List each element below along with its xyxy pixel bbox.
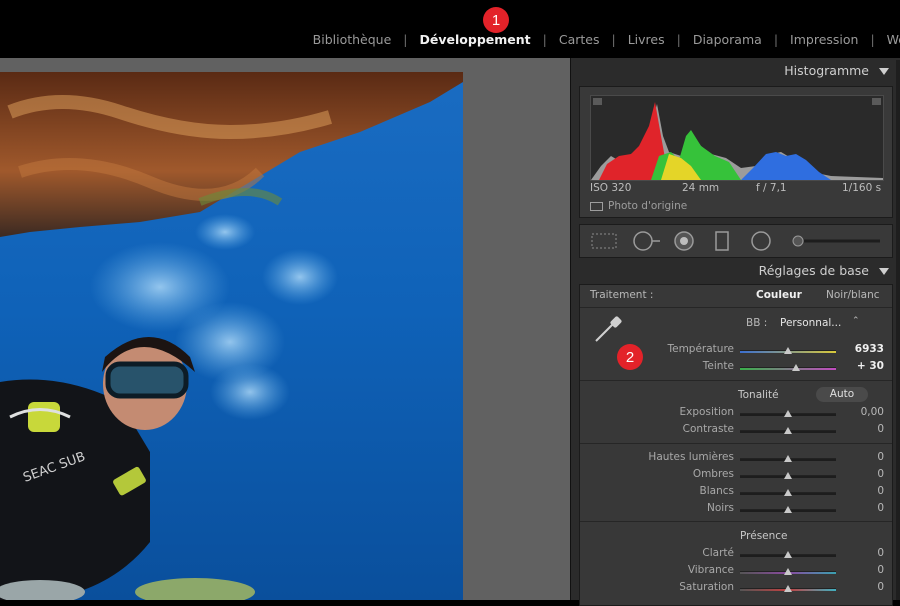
collapse-triangle-icon[interactable] xyxy=(879,68,889,75)
whites-slider[interactable] xyxy=(740,489,836,496)
exposure-label: Exposition xyxy=(679,406,734,418)
module-print[interactable]: Impression xyxy=(778,32,870,47)
tint-slider[interactable] xyxy=(740,364,836,371)
develop-right-panel: Histogramme ISO 320 24 mm f / 7,1 1/160 … xyxy=(570,58,900,606)
tool-icons xyxy=(591,231,880,251)
slider-thumb[interactable] xyxy=(784,347,792,354)
histogram-title: Histogramme xyxy=(784,63,869,78)
collapse-triangle-icon[interactable] xyxy=(879,268,889,275)
slider-thumb[interactable] xyxy=(784,489,792,496)
radial-filter-icon[interactable] xyxy=(751,231,771,251)
clarity-value[interactable]: 0 xyxy=(834,547,884,559)
exif-iso: ISO 320 xyxy=(590,182,632,194)
auto-tone-button[interactable]: Auto xyxy=(816,387,868,402)
vibrance-slider[interactable] xyxy=(740,568,836,575)
highlights-value[interactable]: 0 xyxy=(834,451,884,463)
highlights-slider[interactable] xyxy=(740,455,836,462)
contrast-slider[interactable] xyxy=(740,427,836,434)
exif-shutter: 1/160 s xyxy=(842,182,882,194)
module-map[interactable]: Cartes xyxy=(547,32,612,47)
shadows-value[interactable]: 0 xyxy=(834,468,884,480)
exif-focal: 24 mm xyxy=(682,182,720,194)
module-library[interactable]: Bibliothèque xyxy=(301,32,404,47)
vibrance-label: Vibrance xyxy=(687,564,734,576)
treatment-label: Traitement : xyxy=(590,289,654,301)
photo-underwater-diver: SEAC SUB xyxy=(0,72,463,600)
module-book[interactable]: Livres xyxy=(616,32,677,47)
wb-label: BB : xyxy=(746,317,768,329)
temperature-value[interactable]: 6933 xyxy=(834,343,884,355)
temperature-slider[interactable] xyxy=(740,347,836,354)
slider-thumb[interactable] xyxy=(791,364,800,371)
histogram-panel: ISO 320 24 mm f / 7,1 1/160 s Photo d'or… xyxy=(579,86,893,218)
histogram-curves xyxy=(591,98,883,180)
blacks-slider[interactable] xyxy=(740,506,836,513)
original-photo-toggle[interactable]: Photo d'origine xyxy=(590,200,687,212)
module-web[interactable]: We xyxy=(875,32,900,47)
module-develop[interactable]: Développement xyxy=(408,32,543,47)
slider-thumb[interactable] xyxy=(784,551,792,558)
annotation-badge-1: 1 xyxy=(483,7,509,33)
treatment-color-option[interactable]: Couleur xyxy=(756,289,802,301)
whites-value[interactable]: 0 xyxy=(834,485,884,497)
module-bar: Bibliothèque | Développement | Cartes | … xyxy=(0,0,900,58)
contrast-value[interactable]: 0 xyxy=(834,423,884,435)
basic-panel: Traitement : Couleur Noir/blanc BB : Per… xyxy=(579,284,893,606)
clarity-label: Clarté xyxy=(702,547,734,559)
slider-thumb[interactable] xyxy=(784,585,792,592)
slider-thumb[interactable] xyxy=(784,568,792,575)
panel-scrollbar[interactable] xyxy=(896,60,900,600)
vibrance-value[interactable]: 0 xyxy=(834,564,884,576)
tonality-label: Tonalité xyxy=(738,389,779,401)
treatment-bw-option[interactable]: Noir/blanc xyxy=(826,289,880,301)
histogram-header[interactable]: Histogramme xyxy=(571,58,900,84)
exposure-value[interactable]: 0,00 xyxy=(834,406,884,418)
spot-removal-icon[interactable] xyxy=(633,231,660,251)
presence-label: Présence xyxy=(740,530,788,542)
basic-title: Réglages de base xyxy=(758,263,869,278)
white-balance-eyedropper-icon[interactable] xyxy=(592,315,626,345)
wb-select[interactable]: Personnal... xyxy=(780,317,841,329)
divider xyxy=(580,521,892,522)
histogram-graph[interactable] xyxy=(590,95,884,181)
slider-thumb[interactable] xyxy=(784,472,792,479)
contrast-label: Contraste xyxy=(682,423,734,435)
blacks-label: Noirs xyxy=(707,502,734,514)
wb-select-arrows-icon[interactable]: ⌃ xyxy=(852,316,860,326)
module-slideshow[interactable]: Diaporama xyxy=(681,32,774,47)
clarity-slider[interactable] xyxy=(740,551,836,558)
photo-illustration: SEAC SUB xyxy=(0,72,463,600)
saturation-value[interactable]: 0 xyxy=(834,581,884,593)
slider-thumb[interactable] xyxy=(784,506,792,513)
crop-tool-icon[interactable] xyxy=(591,233,617,249)
saturation-slider[interactable] xyxy=(740,585,836,592)
divider xyxy=(580,380,892,381)
slider-thumb[interactable] xyxy=(784,455,792,462)
annotation-badge-2: 2 xyxy=(617,344,643,370)
divider xyxy=(580,307,892,308)
tool-strip xyxy=(579,224,893,258)
image-viewer: SEAC SUB xyxy=(0,58,570,600)
red-eye-icon[interactable] xyxy=(674,231,694,251)
shadows-slider[interactable] xyxy=(740,472,836,479)
saturation-label: Saturation xyxy=(679,581,734,593)
graduated-filter-icon[interactable] xyxy=(715,231,729,251)
tint-value[interactable]: + 30 xyxy=(834,360,884,372)
module-picker: Bibliothèque | Développement | Cartes | … xyxy=(301,32,900,47)
whites-label: Blancs xyxy=(699,485,734,497)
slider-thumb[interactable] xyxy=(784,410,792,417)
shadows-label: Ombres xyxy=(692,468,734,480)
blacks-value[interactable]: 0 xyxy=(834,502,884,514)
slider-thumb[interactable] xyxy=(784,427,792,434)
highlights-label: Hautes lumières xyxy=(648,451,734,463)
basic-header[interactable]: Réglages de base xyxy=(571,258,900,284)
original-photo-label: Photo d'origine xyxy=(608,200,688,212)
checkbox-icon xyxy=(590,201,603,211)
divider xyxy=(580,443,892,444)
adjustment-brush-icon[interactable] xyxy=(792,235,880,247)
exposure-slider[interactable] xyxy=(740,410,836,417)
exif-aperture: f / 7,1 xyxy=(756,182,787,194)
